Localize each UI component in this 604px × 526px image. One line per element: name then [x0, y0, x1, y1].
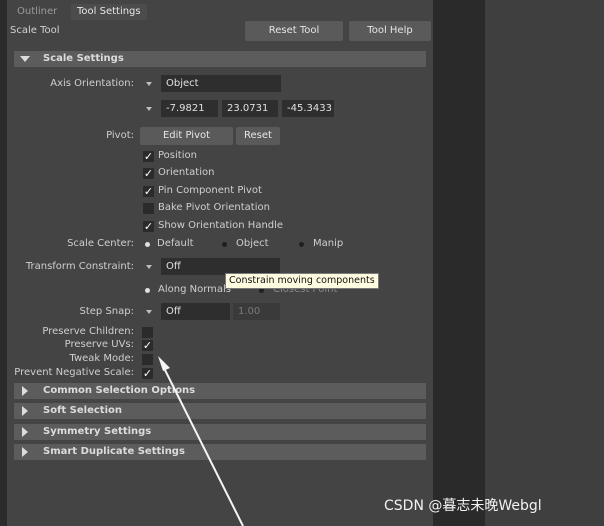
annotation-arrow-icon — [158, 356, 244, 526]
watermark-text: CSDN @暮志未晚Webgl — [384, 498, 542, 514]
